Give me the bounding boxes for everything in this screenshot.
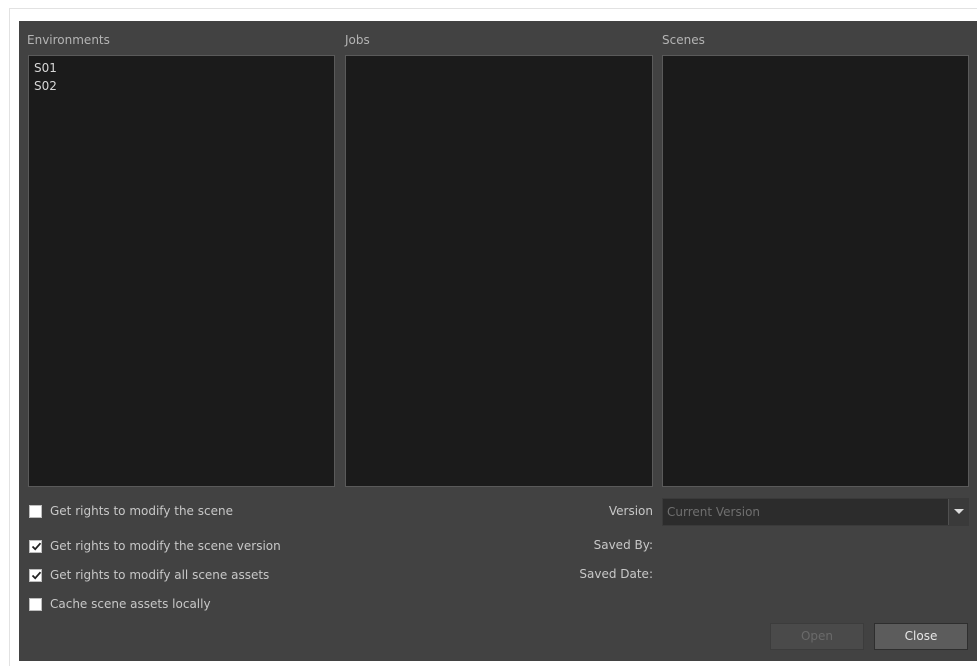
jobs-label: Jobs [345,33,370,47]
rights-scene-version-label: Get rights to modify the scene version [50,539,281,553]
scenes-list[interactable] [662,55,969,487]
chevron-down-icon [954,509,964,514]
dropdown-button[interactable] [948,499,968,525]
scenes-label: Scenes [662,33,705,47]
option-rights-scene-version[interactable]: Get rights to modify the scene version [29,537,281,555]
saved-date-label: Saved Date: [579,567,653,581]
open-scene-dialog: Environments Jobs Scenes S01 S02 Get rig… [19,21,977,661]
checkmark-icon [31,571,42,580]
rights-scene-checkbox[interactable] [29,504,42,518]
close-button[interactable]: Close [874,623,968,650]
checkmark-icon [31,542,42,551]
option-rights-scene-assets[interactable]: Get rights to modify all scene assets [29,566,269,584]
option-rights-scene[interactable]: Get rights to modify the scene [29,502,233,520]
version-value: Current Version [667,505,761,519]
cache-assets-label: Cache scene assets locally [50,597,211,611]
version-dropdown[interactable]: Current Version [662,498,969,526]
environment-item-s01[interactable]: S01 [29,59,334,77]
option-cache-assets[interactable]: Cache scene assets locally [29,595,211,613]
saved-by-label: Saved By: [593,538,653,552]
environments-label: Environments [27,33,110,47]
version-label: Version [608,504,653,518]
rights-scene-assets-label: Get rights to modify all scene assets [50,568,270,582]
open-button[interactable]: Open [770,623,864,650]
rights-scene-label: Get rights to modify the scene [50,504,233,518]
cache-assets-checkbox[interactable] [29,597,42,611]
rights-scene-assets-checkbox[interactable] [29,568,42,582]
environment-item-s02[interactable]: S02 [29,77,334,95]
rights-scene-version-checkbox[interactable] [29,539,42,553]
environments-list[interactable]: S01 S02 [28,55,335,487]
jobs-list[interactable] [345,55,653,487]
